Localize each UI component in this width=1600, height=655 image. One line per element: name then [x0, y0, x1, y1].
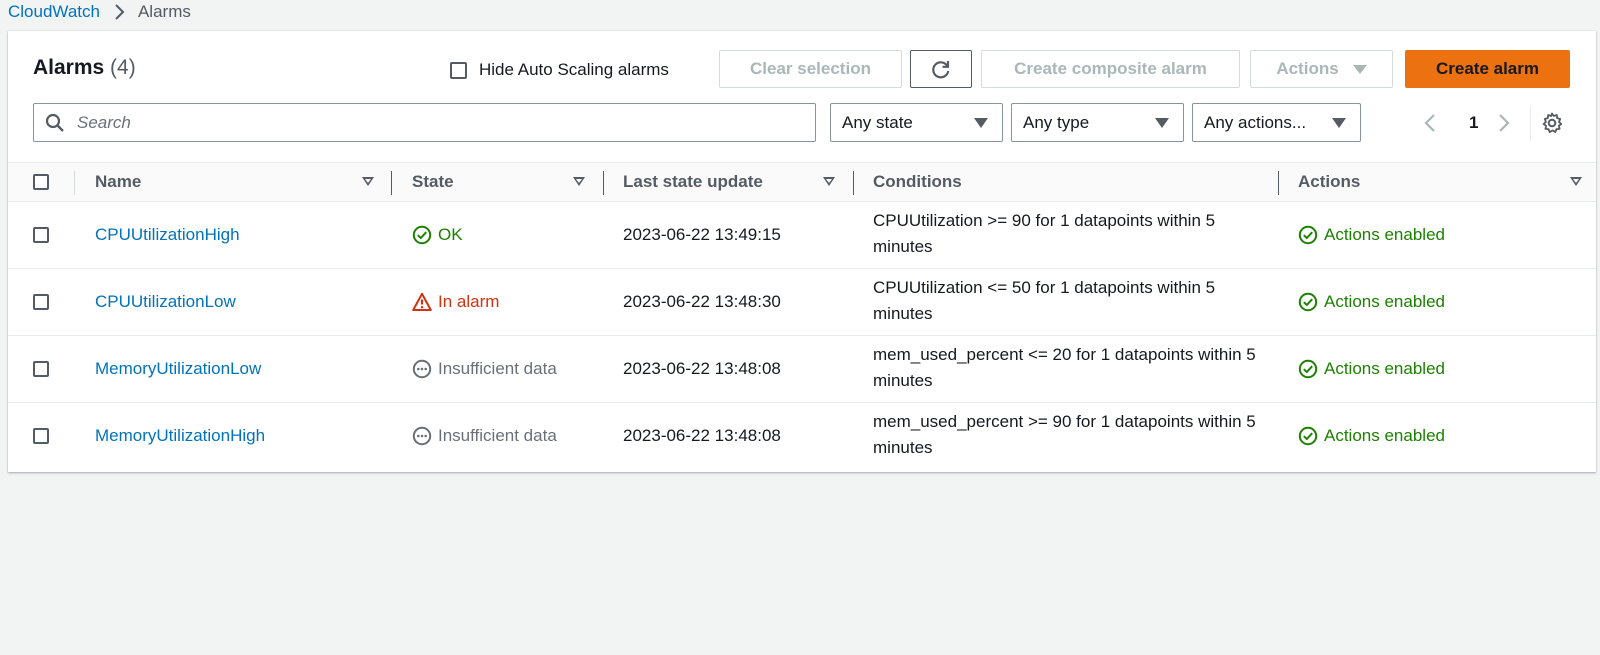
alarm-name-link[interactable]: CPUUtilizationHigh: [95, 202, 240, 268]
caret-down-icon: [1352, 64, 1367, 74]
column-header-last-update[interactable]: Last state update: [623, 163, 763, 201]
current-page-number[interactable]: 1: [1469, 103, 1478, 142]
hide-autoscaling-checkbox[interactable]: [450, 61, 467, 79]
sort-icon[interactable]: [573, 177, 585, 186]
warning-triangle-icon: [412, 292, 432, 312]
settings-gear-icon[interactable]: [1541, 112, 1563, 134]
alarms-table: Name State Last state update Conditions …: [8, 162, 1596, 469]
actions-button-label: Actions: [1276, 59, 1339, 78]
alarm-conditions: mem_used_percent <= 20 for 1 datapoints …: [873, 345, 1256, 390]
check-circle-icon: [1298, 426, 1318, 446]
table-row[interactable]: CPUUtilizationLow In alarm 2023-06-22 13…: [8, 269, 1596, 336]
caret-down-icon: [1155, 117, 1169, 128]
pager-divider: [1530, 106, 1531, 140]
table-row[interactable]: MemoryUtilizationLow Insufficient data 2…: [8, 336, 1596, 403]
column-header-state[interactable]: State: [412, 163, 454, 201]
chevron-right-icon: [114, 3, 126, 21]
actions-status-text: Actions enabled: [1324, 359, 1445, 378]
column-header-name[interactable]: Name: [95, 163, 141, 201]
column-divider: [74, 171, 75, 195]
alarm-name-link[interactable]: CPUUtilizationLow: [95, 269, 236, 335]
row-checkbox[interactable]: [33, 294, 49, 310]
hide-autoscaling-label: Hide Auto Scaling alarms: [479, 60, 669, 79]
alarm-state: Insufficient data: [412, 403, 557, 469]
actions-status-text: Actions enabled: [1324, 292, 1445, 311]
column-resizer[interactable]: [391, 171, 392, 195]
column-resizer[interactable]: [1278, 171, 1279, 195]
alarm-name-link[interactable]: MemoryUtilizationLow: [95, 336, 261, 402]
alarm-name-link[interactable]: MemoryUtilizationHigh: [95, 403, 265, 469]
table-header: Name State Last state update Conditions …: [8, 162, 1596, 202]
status-ok-icon: [412, 225, 432, 245]
type-filter-value: Any type: [1023, 112, 1090, 132]
actions-filter-select[interactable]: Any actions...: [1192, 103, 1361, 142]
search-box[interactable]: [33, 103, 816, 142]
column-resizer[interactable]: [853, 171, 854, 195]
alarm-conditions: CPUUtilization >= 90 for 1 datapoints wi…: [873, 211, 1216, 256]
caret-down-icon: [1332, 117, 1346, 128]
search-icon: [45, 113, 65, 133]
chevron-right-icon: [1499, 113, 1510, 132]
column-header-conditions: Conditions: [873, 172, 962, 191]
check-circle-icon: [1298, 359, 1318, 379]
actions-status-text: Actions enabled: [1324, 426, 1445, 445]
ellipsis-circle-icon: [412, 359, 432, 379]
type-filter-select[interactable]: Any type: [1011, 103, 1184, 142]
column-header-actions: Actions: [1298, 172, 1361, 191]
next-page-button[interactable]: [1497, 103, 1511, 142]
row-checkbox[interactable]: [33, 227, 49, 243]
search-input[interactable]: [75, 111, 815, 134]
row-checkbox[interactable]: [33, 428, 49, 444]
alarm-state: Insufficient data: [412, 336, 557, 402]
breadcrumb-cloudwatch-link[interactable]: CloudWatch: [8, 2, 100, 22]
actions-status: Actions enabled: [1298, 202, 1445, 268]
table-row[interactable]: CPUUtilizationHigh OK 2023-06-22 13:49:1…: [8, 202, 1596, 269]
row-checkbox[interactable]: [33, 361, 49, 377]
alarm-state: OK: [412, 202, 463, 268]
check-circle-icon: [1298, 292, 1318, 312]
alarm-state-text: OK: [438, 225, 463, 244]
actions-status: Actions enabled: [1298, 336, 1445, 402]
hide-autoscaling-toggle[interactable]: Hide Auto Scaling alarms: [450, 60, 669, 80]
refresh-icon: [930, 58, 952, 80]
alarm-state-text: Insufficient data: [438, 426, 557, 445]
actions-filter-value: Any actions...: [1204, 112, 1307, 132]
create-composite-alarm-button[interactable]: Create composite alarm: [981, 50, 1240, 88]
clear-selection-button[interactable]: Clear selection: [719, 50, 902, 88]
check-circle-icon: [1298, 225, 1318, 245]
previous-page-button[interactable]: [1423, 103, 1437, 142]
alarms-panel: Alarms (4) Hide Auto Scaling alarms Clea…: [8, 31, 1596, 472]
state-filter-value: Any state: [842, 112, 913, 132]
ellipsis-circle-icon: [412, 426, 432, 446]
last-update-time: 2023-06-22 13:48:08: [623, 426, 781, 445]
last-update-time: 2023-06-22 13:48:30: [623, 292, 781, 311]
sort-icon[interactable]: [1570, 177, 1582, 186]
actions-status: Actions enabled: [1298, 269, 1445, 335]
alarm-state-text: In alarm: [438, 292, 500, 311]
state-filter-select[interactable]: Any state: [830, 103, 1003, 142]
breadcrumb: CloudWatch Alarms: [8, 1, 191, 23]
actions-status: Actions enabled: [1298, 403, 1445, 469]
table-row[interactable]: MemoryUtilizationHigh Insufficient data …: [8, 403, 1596, 469]
sort-icon[interactable]: [362, 177, 374, 186]
select-all-checkbox[interactable]: [33, 174, 49, 190]
last-update-time: 2023-06-22 13:49:15: [623, 225, 781, 244]
caret-down-icon: [974, 117, 988, 128]
alarm-count: (4): [110, 56, 136, 79]
panel-title-text: Alarms: [33, 56, 105, 79]
refresh-button[interactable]: [910, 50, 972, 88]
actions-dropdown-button[interactable]: Actions: [1250, 50, 1393, 88]
breadcrumb-current: Alarms: [137, 2, 191, 21]
actions-status-text: Actions enabled: [1324, 225, 1445, 244]
create-alarm-button[interactable]: Create alarm: [1405, 50, 1570, 88]
chevron-left-icon: [1424, 113, 1435, 132]
panel-title: Alarms (4): [33, 56, 136, 80]
column-resizer[interactable]: [603, 171, 604, 195]
sort-icon[interactable]: [823, 177, 835, 186]
alarm-conditions: mem_used_percent >= 90 for 1 datapoints …: [873, 412, 1256, 457]
alarm-state-text: Insufficient data: [438, 359, 557, 378]
last-update-time: 2023-06-22 13:48:08: [623, 359, 781, 378]
alarm-conditions: CPUUtilization <= 50 for 1 datapoints wi…: [873, 278, 1216, 323]
alarm-state: In alarm: [412, 269, 499, 335]
